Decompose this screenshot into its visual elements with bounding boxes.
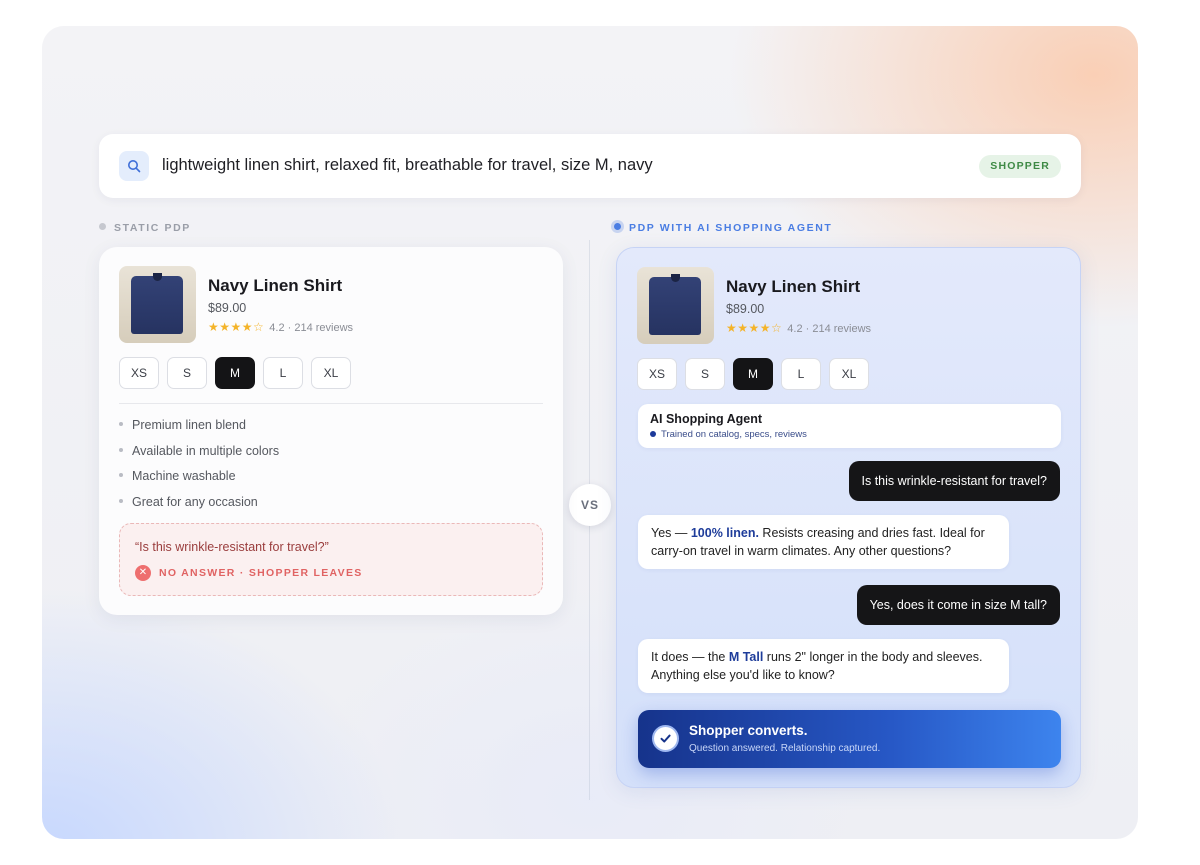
shirt-icon — [649, 277, 701, 335]
message-highlight: 100% linen. — [690, 526, 759, 540]
shopper-badge: SHOPPER — [979, 155, 1061, 178]
feature-text: Premium linen blend — [132, 418, 246, 432]
static-pdp-label: STATIC PDP — [99, 222, 191, 234]
shirt-icon — [131, 276, 183, 334]
feature-text: Available in multiple colors — [132, 443, 280, 458]
size-option-xl[interactable]: XL — [311, 357, 351, 389]
size-option-s[interactable]: S — [167, 357, 207, 389]
status-dot-icon — [99, 223, 106, 230]
unanswered-question-box: “Is this wrinkle-resistant for travel?” … — [119, 523, 543, 596]
product-rating[interactable]: ★★★★☆ 4.2 · 214 reviews — [208, 320, 353, 334]
size-selector: XS S M L XL — [637, 358, 869, 390]
close-icon: ✕ — [135, 565, 151, 581]
list-item: Available in multiple colors — [119, 442, 279, 468]
rating-stars-icon: ★★★★☆ — [726, 321, 783, 335]
product-price: $89.00 — [208, 301, 247, 315]
rating-text: 4.2 · 214 reviews — [787, 323, 872, 335]
size-option-l[interactable]: L — [263, 357, 303, 389]
bullet-icon — [119, 422, 123, 426]
status-dot-icon — [650, 431, 656, 437]
search-query[interactable]: lightweight linen shirt, relaxed fit, br… — [162, 156, 653, 175]
search-bar[interactable]: lightweight linen shirt, relaxed fit, br… — [99, 134, 1081, 198]
bullet-icon — [119, 498, 123, 503]
feature-list: Premium linen blend Available in multipl… — [119, 416, 279, 518]
agent-subtitle-text: Trained on catalog, specs, reviews — [661, 429, 807, 440]
rating-stars-icon: ★★★★☆ — [208, 320, 265, 334]
conversion-banner: Shopper converts. Question answered. Rel… — [638, 710, 1061, 768]
ai-agent-header: AI Shopping Agent Trained on catalog, sp… — [638, 404, 1061, 448]
product-price: $89.00 — [726, 302, 765, 316]
agent-subtitle: Trained on catalog, specs, reviews — [650, 429, 807, 440]
chat-message-user: Is this wrinkle-resistant for travel? — [848, 461, 1060, 501]
convert-subtitle: Question answered. Relationship captured… — [689, 743, 881, 754]
message-text: It does — the — [651, 650, 729, 664]
static-pdp-card: Navy Linen Shirt $89.00 ★★★★☆ 4.2 · 214 r… — [99, 247, 563, 615]
product-image[interactable] — [119, 266, 196, 343]
product-rating[interactable]: ★★★★☆ 4.2 · 214 reviews — [726, 321, 871, 335]
size-selector: XS S M L XL — [119, 357, 351, 389]
feature-text: Great for any occasion — [132, 494, 258, 509]
check-icon — [652, 725, 679, 752]
divider — [119, 403, 543, 404]
size-option-l[interactable]: L — [781, 358, 821, 390]
size-option-m[interactable]: M — [733, 358, 773, 390]
agent-title: AI Shopping Agent — [650, 412, 763, 426]
bullet-icon — [119, 447, 123, 452]
agent-pdp-card: Navy Linen Shirt $89.00 ★★★★☆ 4.2 · 214 r… — [616, 247, 1081, 788]
size-option-m[interactable]: M — [215, 357, 255, 389]
agent-pdp-label-text: PDP WITH AI SHOPPING AGENT — [629, 222, 833, 234]
agent-pdp-label: PDP WITH AI SHOPPING AGENT — [614, 222, 832, 234]
product-name: Navy Linen Shirt — [726, 277, 861, 296]
message-text: Yes — — [651, 526, 691, 540]
vs-badge: VS — [569, 484, 611, 526]
size-option-xl[interactable]: XL — [829, 358, 869, 390]
bullet-icon — [119, 473, 123, 477]
product-image[interactable] — [637, 267, 714, 344]
list-item: Machine washable — [119, 467, 279, 493]
no-answer-status: NO ANSWER · SHOPPER LEAVES — [159, 567, 363, 579]
search-icon[interactable] — [119, 151, 149, 181]
convert-title: Shopper converts. — [689, 723, 808, 738]
static-pdp-label-text: STATIC PDP — [114, 222, 191, 234]
size-option-xs[interactable]: XS — [119, 357, 159, 389]
chat-message-user: Yes, does it come in size M tall? — [856, 585, 1060, 625]
chat-message-bot: Yes — 100% linen. Resists creasing and d… — [638, 515, 1009, 569]
product-name: Navy Linen Shirt — [208, 276, 343, 295]
message-highlight: M Tall — [728, 650, 764, 664]
size-option-s[interactable]: S — [685, 358, 725, 390]
chat-message-bot: It does — the M Tall runs 2" longer in t… — [638, 639, 1009, 693]
size-option-xs[interactable]: XS — [637, 358, 677, 390]
list-item: Great for any occasion — [119, 493, 279, 519]
status-dot-icon — [614, 223, 621, 230]
feature-text: Machine washable — [132, 469, 236, 483]
list-item: Premium linen blend — [119, 416, 279, 442]
rating-text: 4.2 · 214 reviews — [269, 322, 354, 334]
shopper-question: “Is this wrinkle-resistant for travel?” — [135, 540, 329, 554]
